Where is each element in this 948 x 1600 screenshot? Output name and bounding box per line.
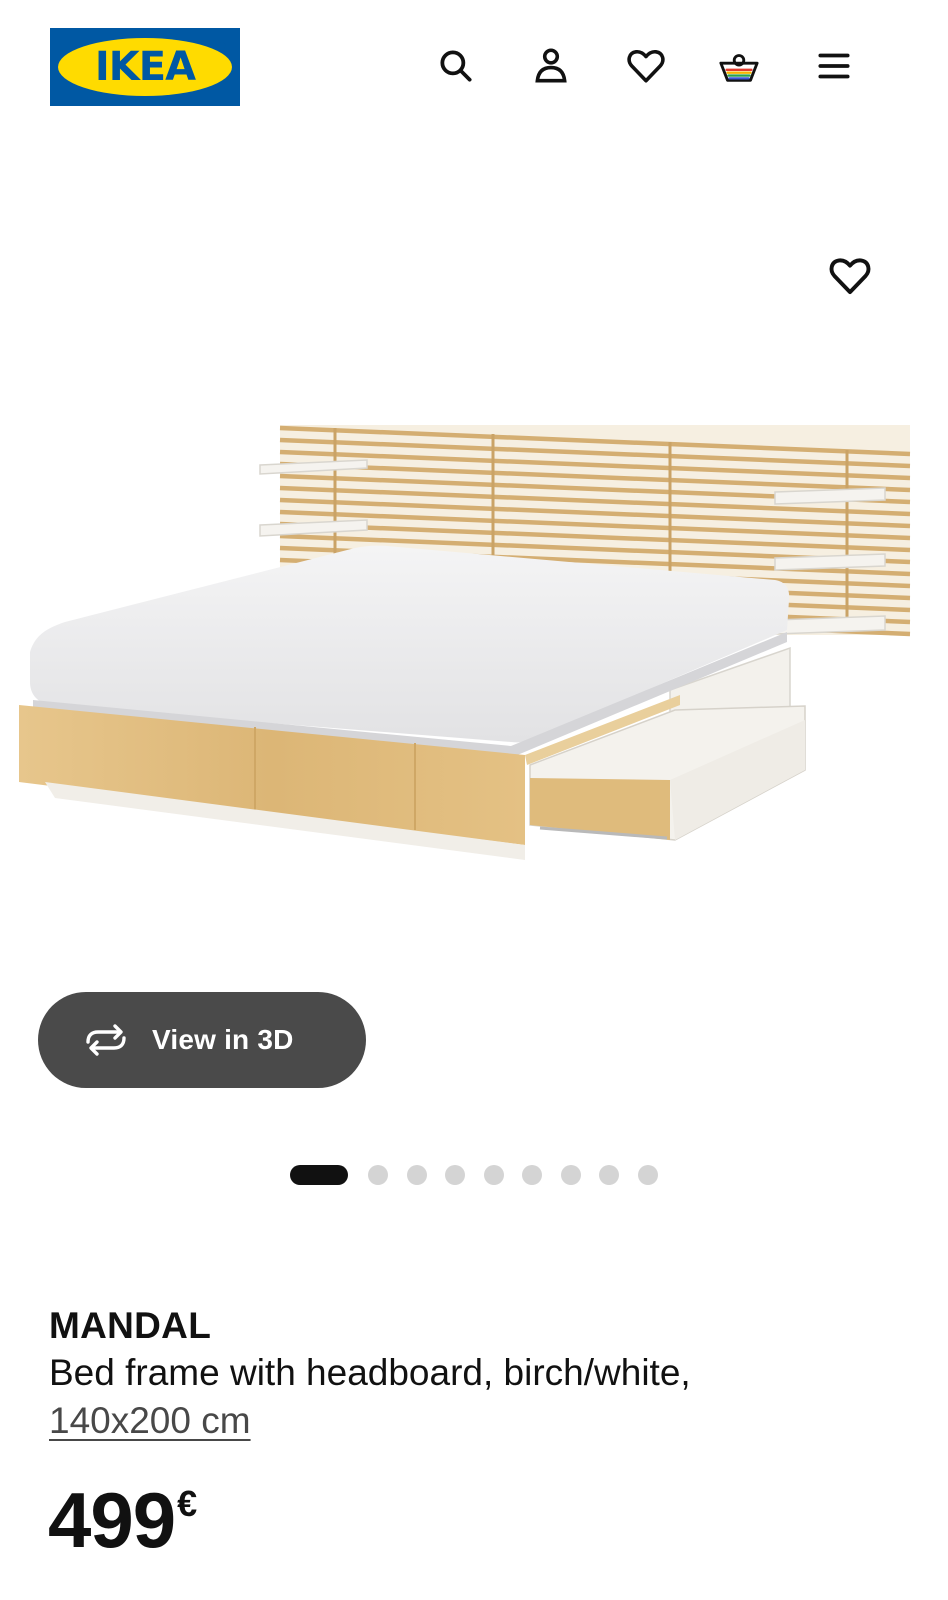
- rotate-icon: [86, 1024, 126, 1056]
- ikea-logo[interactable]: IKEA: [50, 28, 240, 106]
- view-in-3d-label: View in 3D: [152, 1024, 294, 1055]
- product-favorite-button[interactable]: [820, 250, 880, 302]
- heart-icon: [829, 258, 871, 295]
- logo-text: IKEA: [94, 44, 196, 90]
- view-in-3d-button[interactable]: View in 3D: [38, 992, 366, 1088]
- gallery-dot[interactable]: [637, 1165, 658, 1185]
- price-currency: €: [177, 1483, 198, 1524]
- heart-icon[interactable]: [620, 40, 672, 92]
- profile-icon[interactable]: [525, 40, 577, 92]
- gallery-dot[interactable]: [599, 1165, 619, 1185]
- gallery-dot-active[interactable]: [290, 1165, 348, 1185]
- basket-icon[interactable]: [713, 40, 765, 92]
- product-description: Bed frame with headboard, birch/white,: [49, 1352, 691, 1393]
- gallery-dot[interactable]: [522, 1165, 542, 1185]
- header: IKEA: [0, 0, 948, 130]
- gallery-dot[interactable]: [406, 1165, 427, 1185]
- price-amount: 499: [48, 1476, 176, 1564]
- menu-icon[interactable]: [808, 40, 860, 92]
- product-name: MANDAL: [49, 1305, 212, 1346]
- gallery-dot[interactable]: [368, 1165, 388, 1185]
- search-icon[interactable]: [430, 40, 482, 92]
- product-image[interactable]: [15, 420, 933, 890]
- gallery-dot[interactable]: [560, 1165, 581, 1185]
- gallery-dot[interactable]: [445, 1165, 465, 1185]
- product-info: MANDAL Bed frame with headboard, birch/w…: [49, 1305, 909, 1445]
- gallery-dot[interactable]: [483, 1165, 504, 1185]
- product-price: 499 €: [48, 1480, 197, 1560]
- product-size-link[interactable]: 140x200 cm: [49, 1397, 251, 1445]
- gallery-pagination: [290, 1164, 676, 1186]
